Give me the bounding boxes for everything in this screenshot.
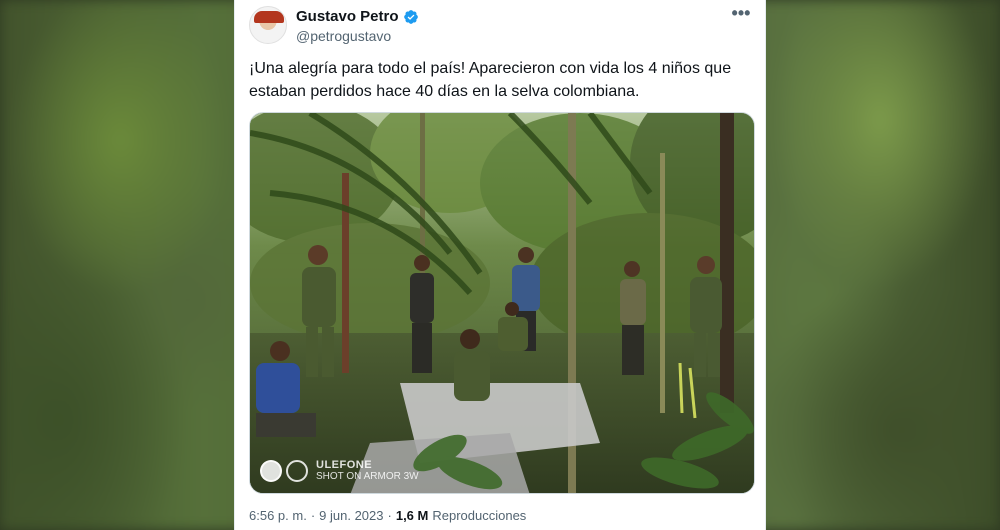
author-handle[interactable]: @petrogustavo [296, 28, 391, 44]
meta-separator: · [310, 508, 316, 523]
tweet-photo[interactable]: ULEFONE SHOT ON ARMOR 3W [249, 112, 755, 494]
more-options-icon[interactable]: ••• [731, 4, 751, 24]
tweet-card[interactable]: Gustavo Petro @petrogustavo ••• ¡Una ale… [234, 0, 766, 530]
views-count: 1,6 M [395, 508, 429, 523]
meta-separator: · [387, 508, 392, 523]
jungle-photo [250, 113, 754, 493]
camera-watermark: ULEFONE SHOT ON ARMOR 3W [260, 459, 419, 483]
watermark-brand: ULEFONE [316, 459, 373, 471]
author-name[interactable]: Gustavo Petro [296, 8, 399, 25]
author-avatar[interactable] [249, 6, 287, 44]
tweet-header: Gustavo Petro @petrogustavo ••• [249, 4, 751, 46]
tweet-time[interactable]: 6:56 p. m. [249, 508, 307, 523]
watermark-ring-icon [286, 460, 308, 482]
tweet-text: ¡Una alegría para todo el país! Aparecie… [249, 60, 732, 100]
author-name-row: Gustavo Petro [296, 8, 419, 25]
verified-badge-icon [403, 9, 418, 24]
tweet-meta: 6:56 p. m. · 9 jun. 2023 · 1,6 M Reprodu… [249, 508, 526, 523]
watermark-logo-icon [260, 460, 282, 482]
tweet-date[interactable]: 9 jun. 2023 [319, 508, 383, 523]
views-label: Reproducciones [432, 508, 527, 523]
watermark-subtitle: SHOT ON ARMOR 3W [316, 471, 419, 482]
